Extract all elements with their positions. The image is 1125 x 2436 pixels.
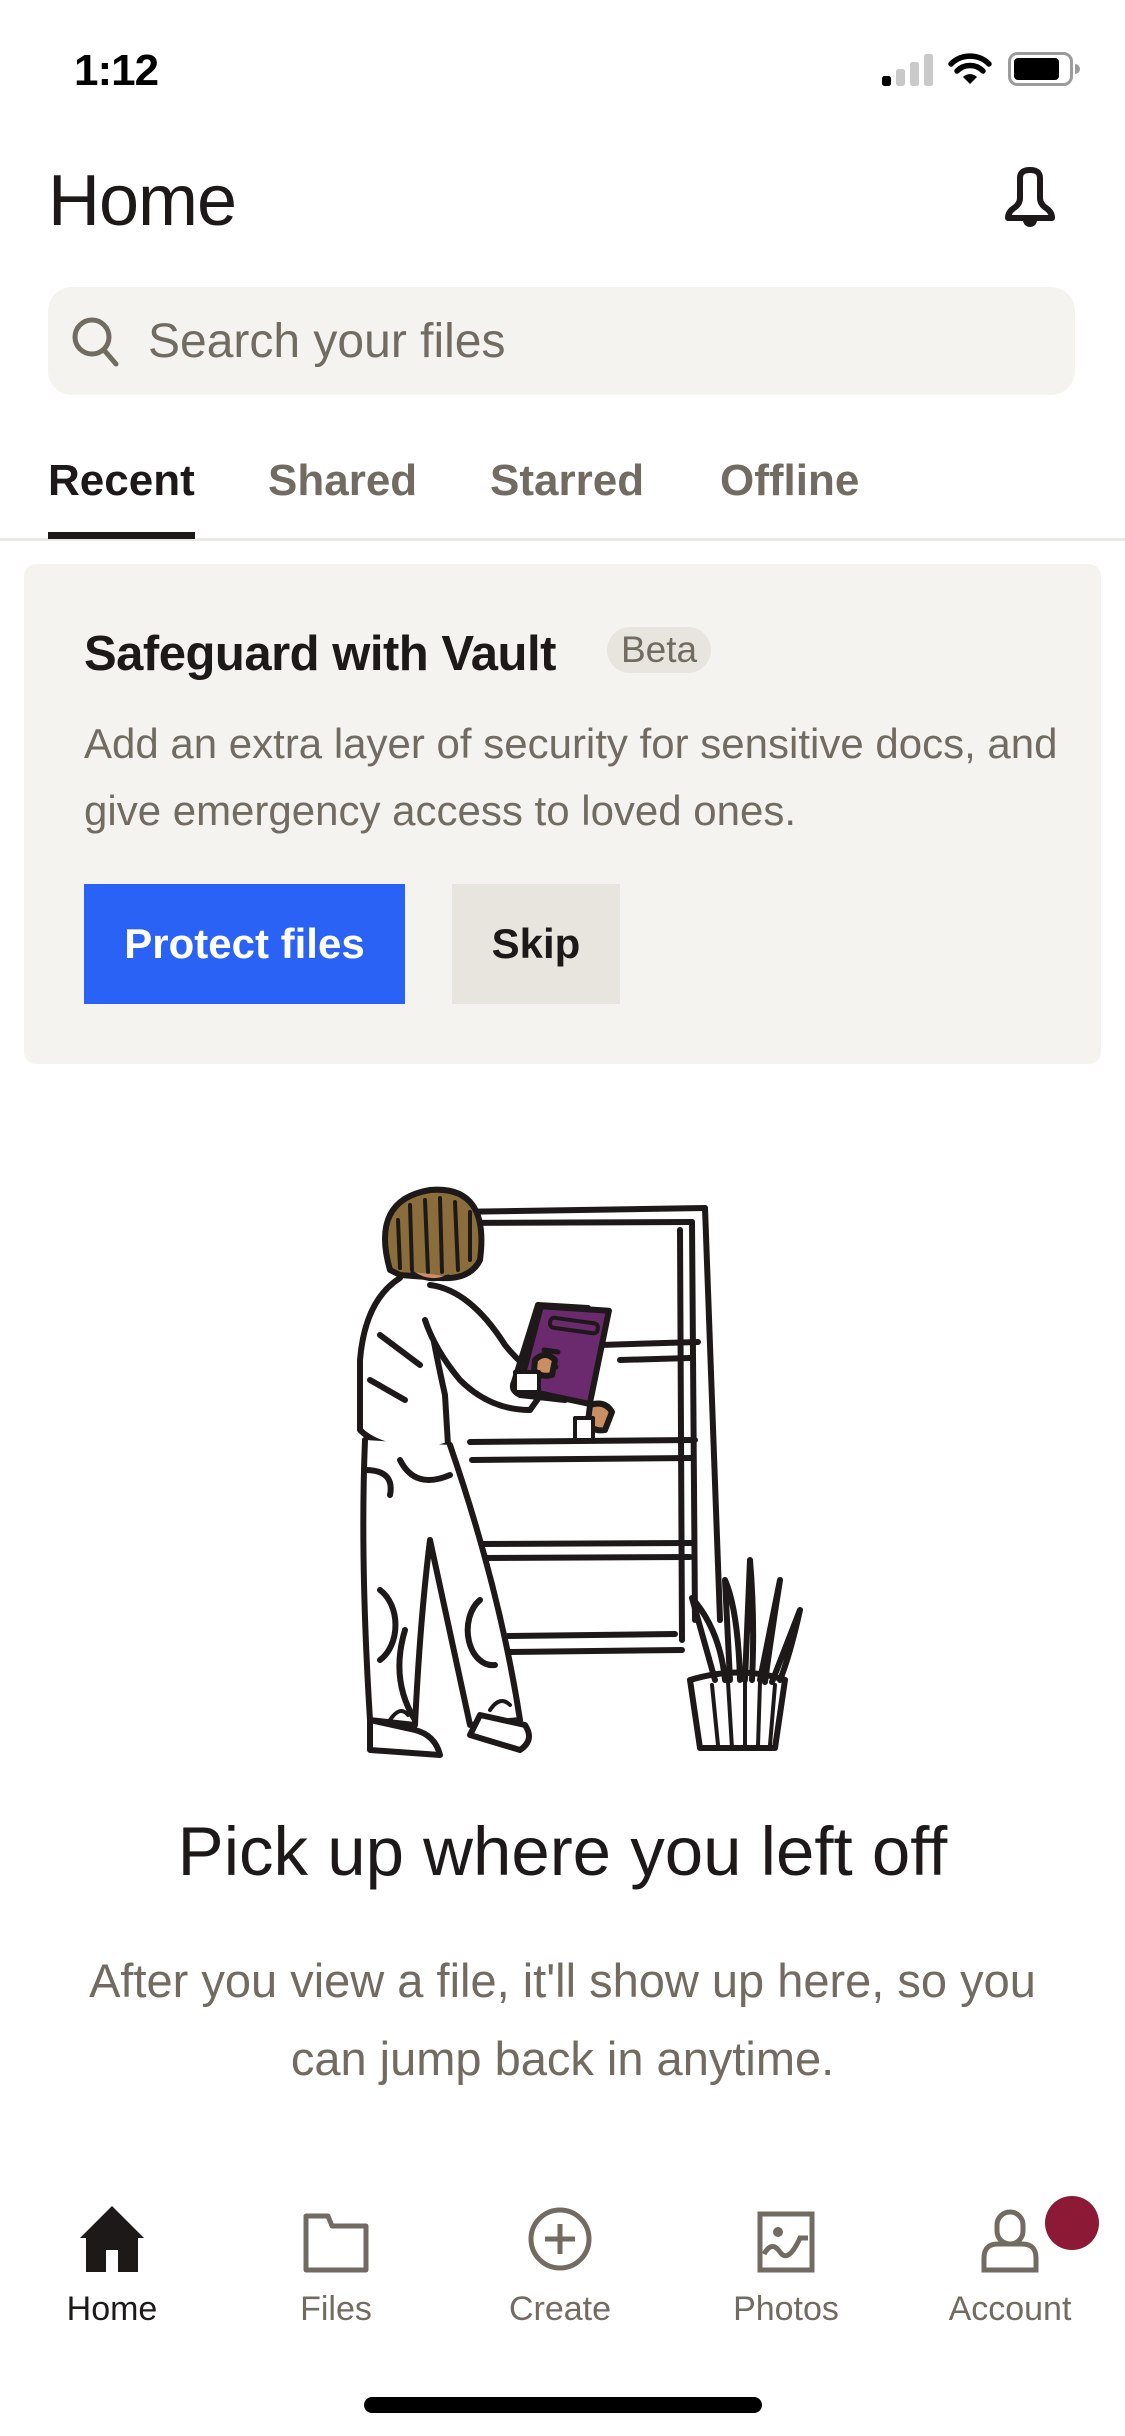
account-notification-badge bbox=[1045, 2196, 1099, 2250]
shoe bbox=[367, 1717, 443, 1758]
nav-home[interactable]: Home bbox=[12, 2180, 212, 2350]
wifi-icon bbox=[948, 53, 992, 84]
folder-icon bbox=[303, 2213, 369, 2273]
skip-button[interactable]: Skip bbox=[452, 884, 620, 1004]
nav-files-label: Files bbox=[300, 2290, 372, 2328]
vault-promo-card: Safeguard with Vault Beta Add an extra l… bbox=[24, 564, 1101, 1064]
empty-state-title: Pick up where you left off bbox=[177, 1813, 948, 1890]
protect-files-button[interactable]: Protect files bbox=[84, 884, 405, 1004]
tab-shared[interactable]: Shared bbox=[268, 456, 417, 506]
tab-starred[interactable]: Starred bbox=[490, 456, 644, 506]
signal-bar bbox=[896, 69, 905, 86]
create-plus-icon bbox=[528, 2207, 592, 2271]
bottom-nav: Home Files Create Photos Account bbox=[0, 2180, 1125, 2350]
active-tab-indicator bbox=[48, 532, 195, 539]
nav-home-label: Home bbox=[66, 2290, 158, 2328]
potted-plant bbox=[687, 1557, 803, 1751]
empty-state-description: After you view a file, it'll show up her… bbox=[89, 1954, 1036, 2085]
person-at-bookshelf-illustration bbox=[357, 1186, 803, 1758]
tab-offline[interactable]: Offline bbox=[720, 456, 859, 506]
bell-icon[interactable] bbox=[994, 162, 1066, 234]
home-icon bbox=[80, 2206, 144, 2272]
search-icon bbox=[72, 317, 119, 367]
search-input[interactable] bbox=[148, 313, 1028, 369]
search-bar[interactable] bbox=[48, 287, 1075, 395]
signal-bar bbox=[910, 62, 919, 86]
nav-photos-label: Photos bbox=[733, 2290, 839, 2328]
tab-bar: Recent Shared Starred Offline bbox=[0, 440, 1125, 541]
nav-account-label: Account bbox=[948, 2290, 1072, 2328]
vault-card-title: Safeguard with Vault bbox=[84, 627, 556, 681]
status-time: 1:12 bbox=[74, 46, 159, 95]
cellular-signal-icon bbox=[882, 54, 933, 86]
nav-files[interactable]: Files bbox=[236, 2180, 436, 2350]
signal-bar bbox=[882, 76, 891, 86]
nav-create-label: Create bbox=[508, 2290, 612, 2328]
moon-icon bbox=[174, 54, 202, 83]
battery-icon bbox=[1008, 52, 1080, 86]
battery-level bbox=[1014, 58, 1059, 80]
tab-recent[interactable]: Recent bbox=[48, 456, 195, 506]
legs bbox=[360, 1437, 523, 1728]
nav-photos[interactable]: Photos bbox=[686, 2180, 886, 2350]
nav-create[interactable]: Create bbox=[460, 2180, 660, 2350]
signal-bar bbox=[924, 54, 933, 86]
page-title: Home bbox=[48, 161, 237, 241]
home-indicator[interactable] bbox=[364, 2397, 762, 2413]
photos-icon bbox=[757, 2211, 815, 2273]
beta-badge: Beta bbox=[607, 627, 712, 673]
vault-card-description: Add an extra layer of security for sensi… bbox=[84, 720, 1058, 834]
account-icon bbox=[981, 2209, 1039, 2273]
